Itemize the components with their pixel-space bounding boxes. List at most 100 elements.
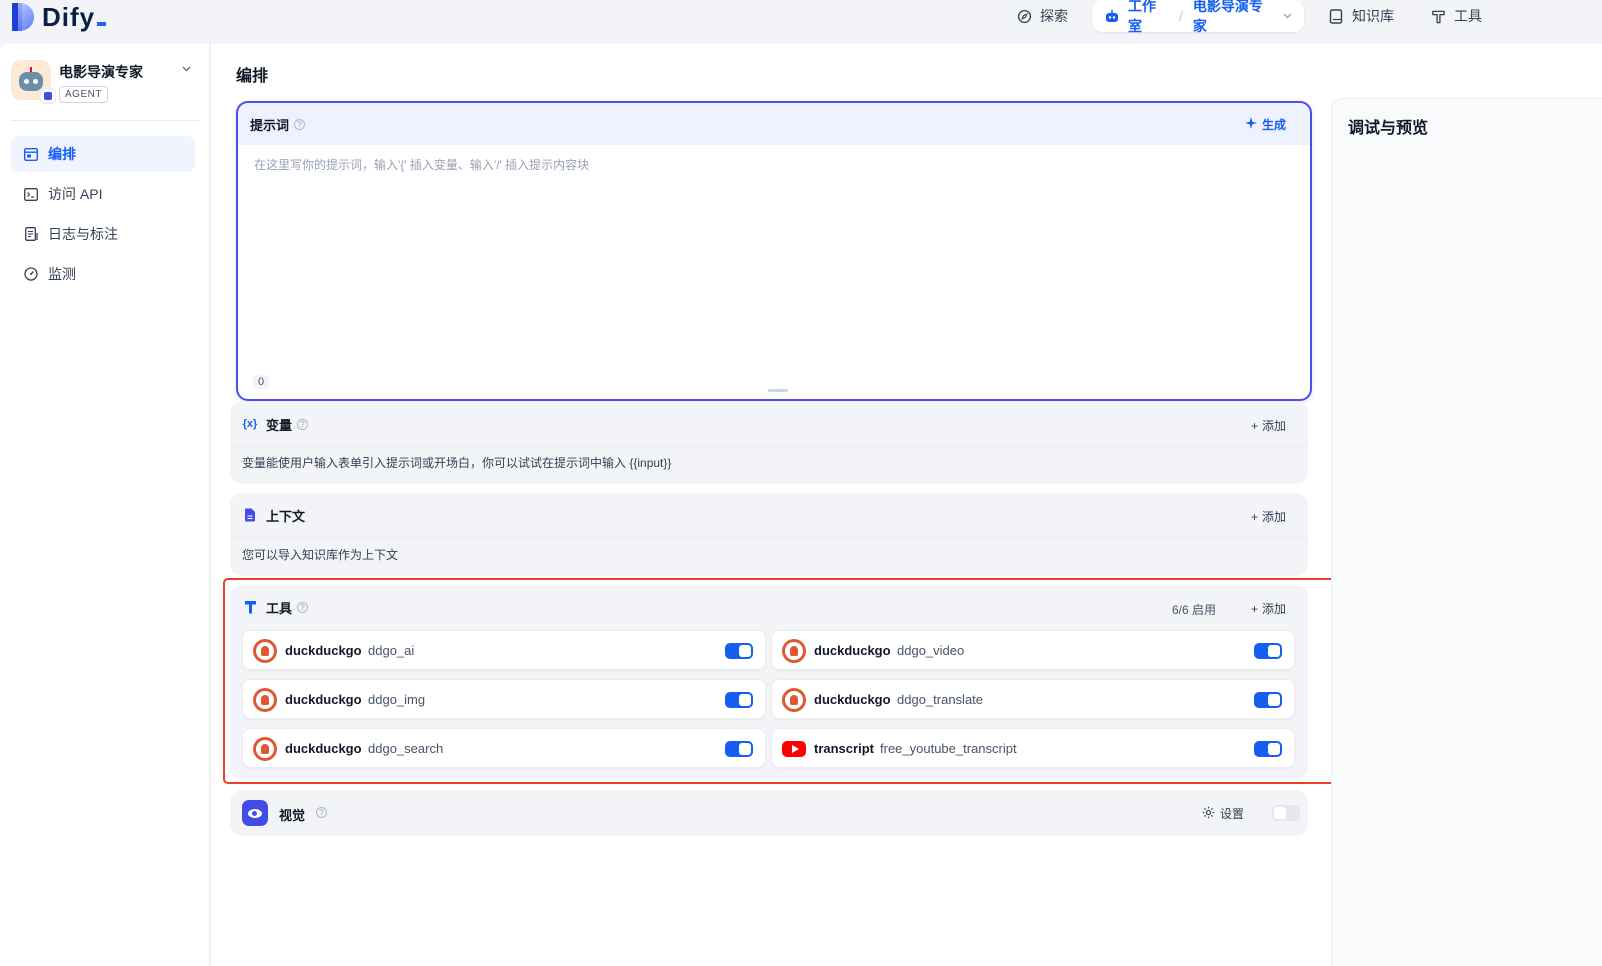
debug-title: 调试与预览 (1348, 120, 1429, 137)
breadcrumb-separator: / (1179, 8, 1183, 24)
tool-toggle[interactable] (725, 741, 753, 757)
nav-studio-label[interactable]: 工作室 (1128, 0, 1169, 36)
tool-item[interactable]: duckduckgo ddgo_search (242, 728, 766, 768)
tool-item[interactable]: transcript free_youtube_transcript (771, 728, 1295, 768)
char-count: 0 (253, 375, 270, 389)
nav-explore[interactable]: 探索 (1016, 0, 1068, 32)
compass-icon (1016, 8, 1032, 24)
app-type-badge: AGENT (59, 86, 108, 103)
tool-name: ddgo_search (368, 741, 444, 756)
tool-provider: duckduckgo (285, 692, 362, 707)
prompt-header: 提示词 ? (238, 103, 1310, 145)
duckduckgo-icon (253, 639, 277, 663)
sidebar-item-label: 编排 (48, 146, 76, 162)
sidebar-item-label: 日志与标注 (48, 226, 118, 242)
vision-section: 视觉 ? 设置 (230, 790, 1308, 836)
logo-mark-icon (12, 3, 34, 31)
nav-knowledge[interactable]: 知识库 (1328, 0, 1394, 32)
nav-explore-label: 探索 (1040, 8, 1068, 24)
duckduckgo-icon (782, 688, 806, 712)
divider (230, 537, 1308, 538)
page-title: 编排 (236, 68, 269, 85)
tool-item[interactable]: duckduckgo ddgo_translate (771, 679, 1295, 719)
generate-button[interactable]: 生成 (1244, 116, 1286, 133)
tool-toggle[interactable] (725, 692, 753, 708)
variables-section: {x} 变量 ? + 添加 变量能使用户输入表单引入提示词或开场白，你可以试试在提… (230, 402, 1308, 484)
eye-icon (242, 800, 268, 826)
tool-toggle[interactable] (1254, 643, 1282, 659)
nav-tools-label: 工具 (1454, 8, 1482, 24)
nav-current-app[interactable]: 电影导演专家 (1193, 0, 1275, 36)
divider (11, 120, 199, 121)
youtube-icon (782, 741, 806, 757)
help-icon[interactable]: ? (294, 118, 306, 130)
nav-tools[interactable]: 工具 (1430, 0, 1482, 32)
tool-toggle[interactable] (1254, 692, 1282, 708)
add-context-button[interactable]: + 添加 (1251, 508, 1286, 525)
chevron-down-icon[interactable] (1283, 11, 1292, 22)
divider (230, 446, 1308, 447)
layout-icon (23, 146, 39, 162)
tool-toggle[interactable] (725, 643, 753, 659)
sidebar-nav: 编排 访问 API 日志与标注 监测 (11, 136, 195, 296)
context-title: 上下文 (266, 508, 306, 524)
tool-toggle[interactable] (1254, 741, 1282, 757)
variable-icon: {x} (242, 418, 258, 430)
vision-toggle[interactable] (1272, 805, 1300, 821)
book-icon (1328, 8, 1344, 24)
duckduckgo-icon (253, 737, 277, 761)
tool-item[interactable]: duckduckgo ddgo_ai (242, 630, 766, 670)
sidebar-item-orchestrate[interactable]: 编排 (11, 136, 195, 172)
main-content: 编排 提示词 ? 生成 在这里写你的提示词，输入'{' 插入变量、输入'/' 插… (211, 44, 1602, 966)
gear-icon (1202, 806, 1215, 822)
hammer-icon (242, 599, 258, 615)
variables-description: 变量能使用户输入表单引入提示词或开场白，你可以试试在提示词中输入 {{input… (242, 456, 672, 470)
agent-badge-icon (40, 88, 56, 104)
help-icon[interactable]: ? (297, 418, 309, 430)
sidebar-item-label: 监测 (48, 266, 76, 282)
plus-icon: + (1250, 510, 1258, 524)
dify-logo[interactable]: Dify (12, 2, 107, 32)
resize-handle[interactable] (768, 389, 788, 392)
tools-title: 工具 (266, 600, 293, 616)
tool-item[interactable]: duckduckgo ddgo_video (771, 630, 1295, 670)
prompt-title: 提示词 (250, 117, 290, 133)
prompt-editor[interactable]: 在这里写你的提示词，输入'{' 插入变量、输入'/' 插入提示内容块 0 (240, 145, 1308, 397)
sidebar: 电影导演专家 AGENT 编排 访问 API 日志与标注 监测 (0, 44, 210, 966)
hammer-icon (1430, 8, 1446, 24)
prompt-card: 提示词 ? 生成 在这里写你的提示词，输入'{' 插入变量、输入'/' 插入提示… (236, 101, 1312, 401)
context-section: 上下文 + 添加 您可以导入知识库作为上下文 (230, 493, 1308, 576)
nav-knowledge-label: 知识库 (1352, 8, 1394, 24)
tool-name: ddgo_translate (897, 692, 984, 707)
logs-icon (23, 226, 39, 242)
tool-item[interactable]: duckduckgo ddgo_img (242, 679, 766, 719)
add-tool-button[interactable]: + 添加 (1251, 600, 1286, 617)
top-bar: Dify 探索 工作室 / 电影导演专家 知识库 工具 (0, 0, 1602, 44)
sidebar-item-label: 访问 API (48, 186, 103, 202)
duckduckgo-icon (253, 688, 277, 712)
tool-provider: duckduckgo (285, 741, 362, 756)
context-description: 您可以导入知识库作为上下文 (242, 548, 399, 562)
document-icon (242, 507, 258, 523)
variables-title: 变量 (266, 417, 293, 433)
sidebar-item-logs[interactable]: 日志与标注 (11, 216, 195, 252)
tool-name: ddgo_img (368, 692, 426, 707)
help-icon[interactable]: ? (297, 601, 309, 613)
gauge-icon (23, 266, 39, 282)
nav-studio[interactable]: 工作室 / 电影导演专家 (1092, 0, 1304, 34)
help-icon[interactable]: ? (316, 807, 327, 818)
add-variable-button[interactable]: + 添加 (1251, 417, 1286, 434)
app-info[interactable]: 电影导演专家 AGENT (11, 60, 199, 118)
sidebar-item-monitoring[interactable]: 监测 (11, 256, 195, 292)
tool-provider: transcript (814, 741, 874, 756)
tool-provider: duckduckgo (814, 692, 891, 707)
sidebar-item-api[interactable]: 访问 API (11, 176, 195, 212)
tool-name: free_youtube_transcript (880, 741, 1017, 756)
tools-section: 工具 ? 6/6 启用 + 添加 duckduckgo ddgo_ai duckd… (223, 578, 1419, 784)
generate-label: 生成 (1261, 118, 1286, 132)
tool-provider: duckduckgo (814, 643, 891, 658)
tool-provider: duckduckgo (285, 643, 362, 658)
chevron-down-icon[interactable] (182, 64, 191, 75)
plus-icon: + (1250, 419, 1258, 433)
vision-settings-button[interactable]: 设置 (1202, 805, 1244, 822)
